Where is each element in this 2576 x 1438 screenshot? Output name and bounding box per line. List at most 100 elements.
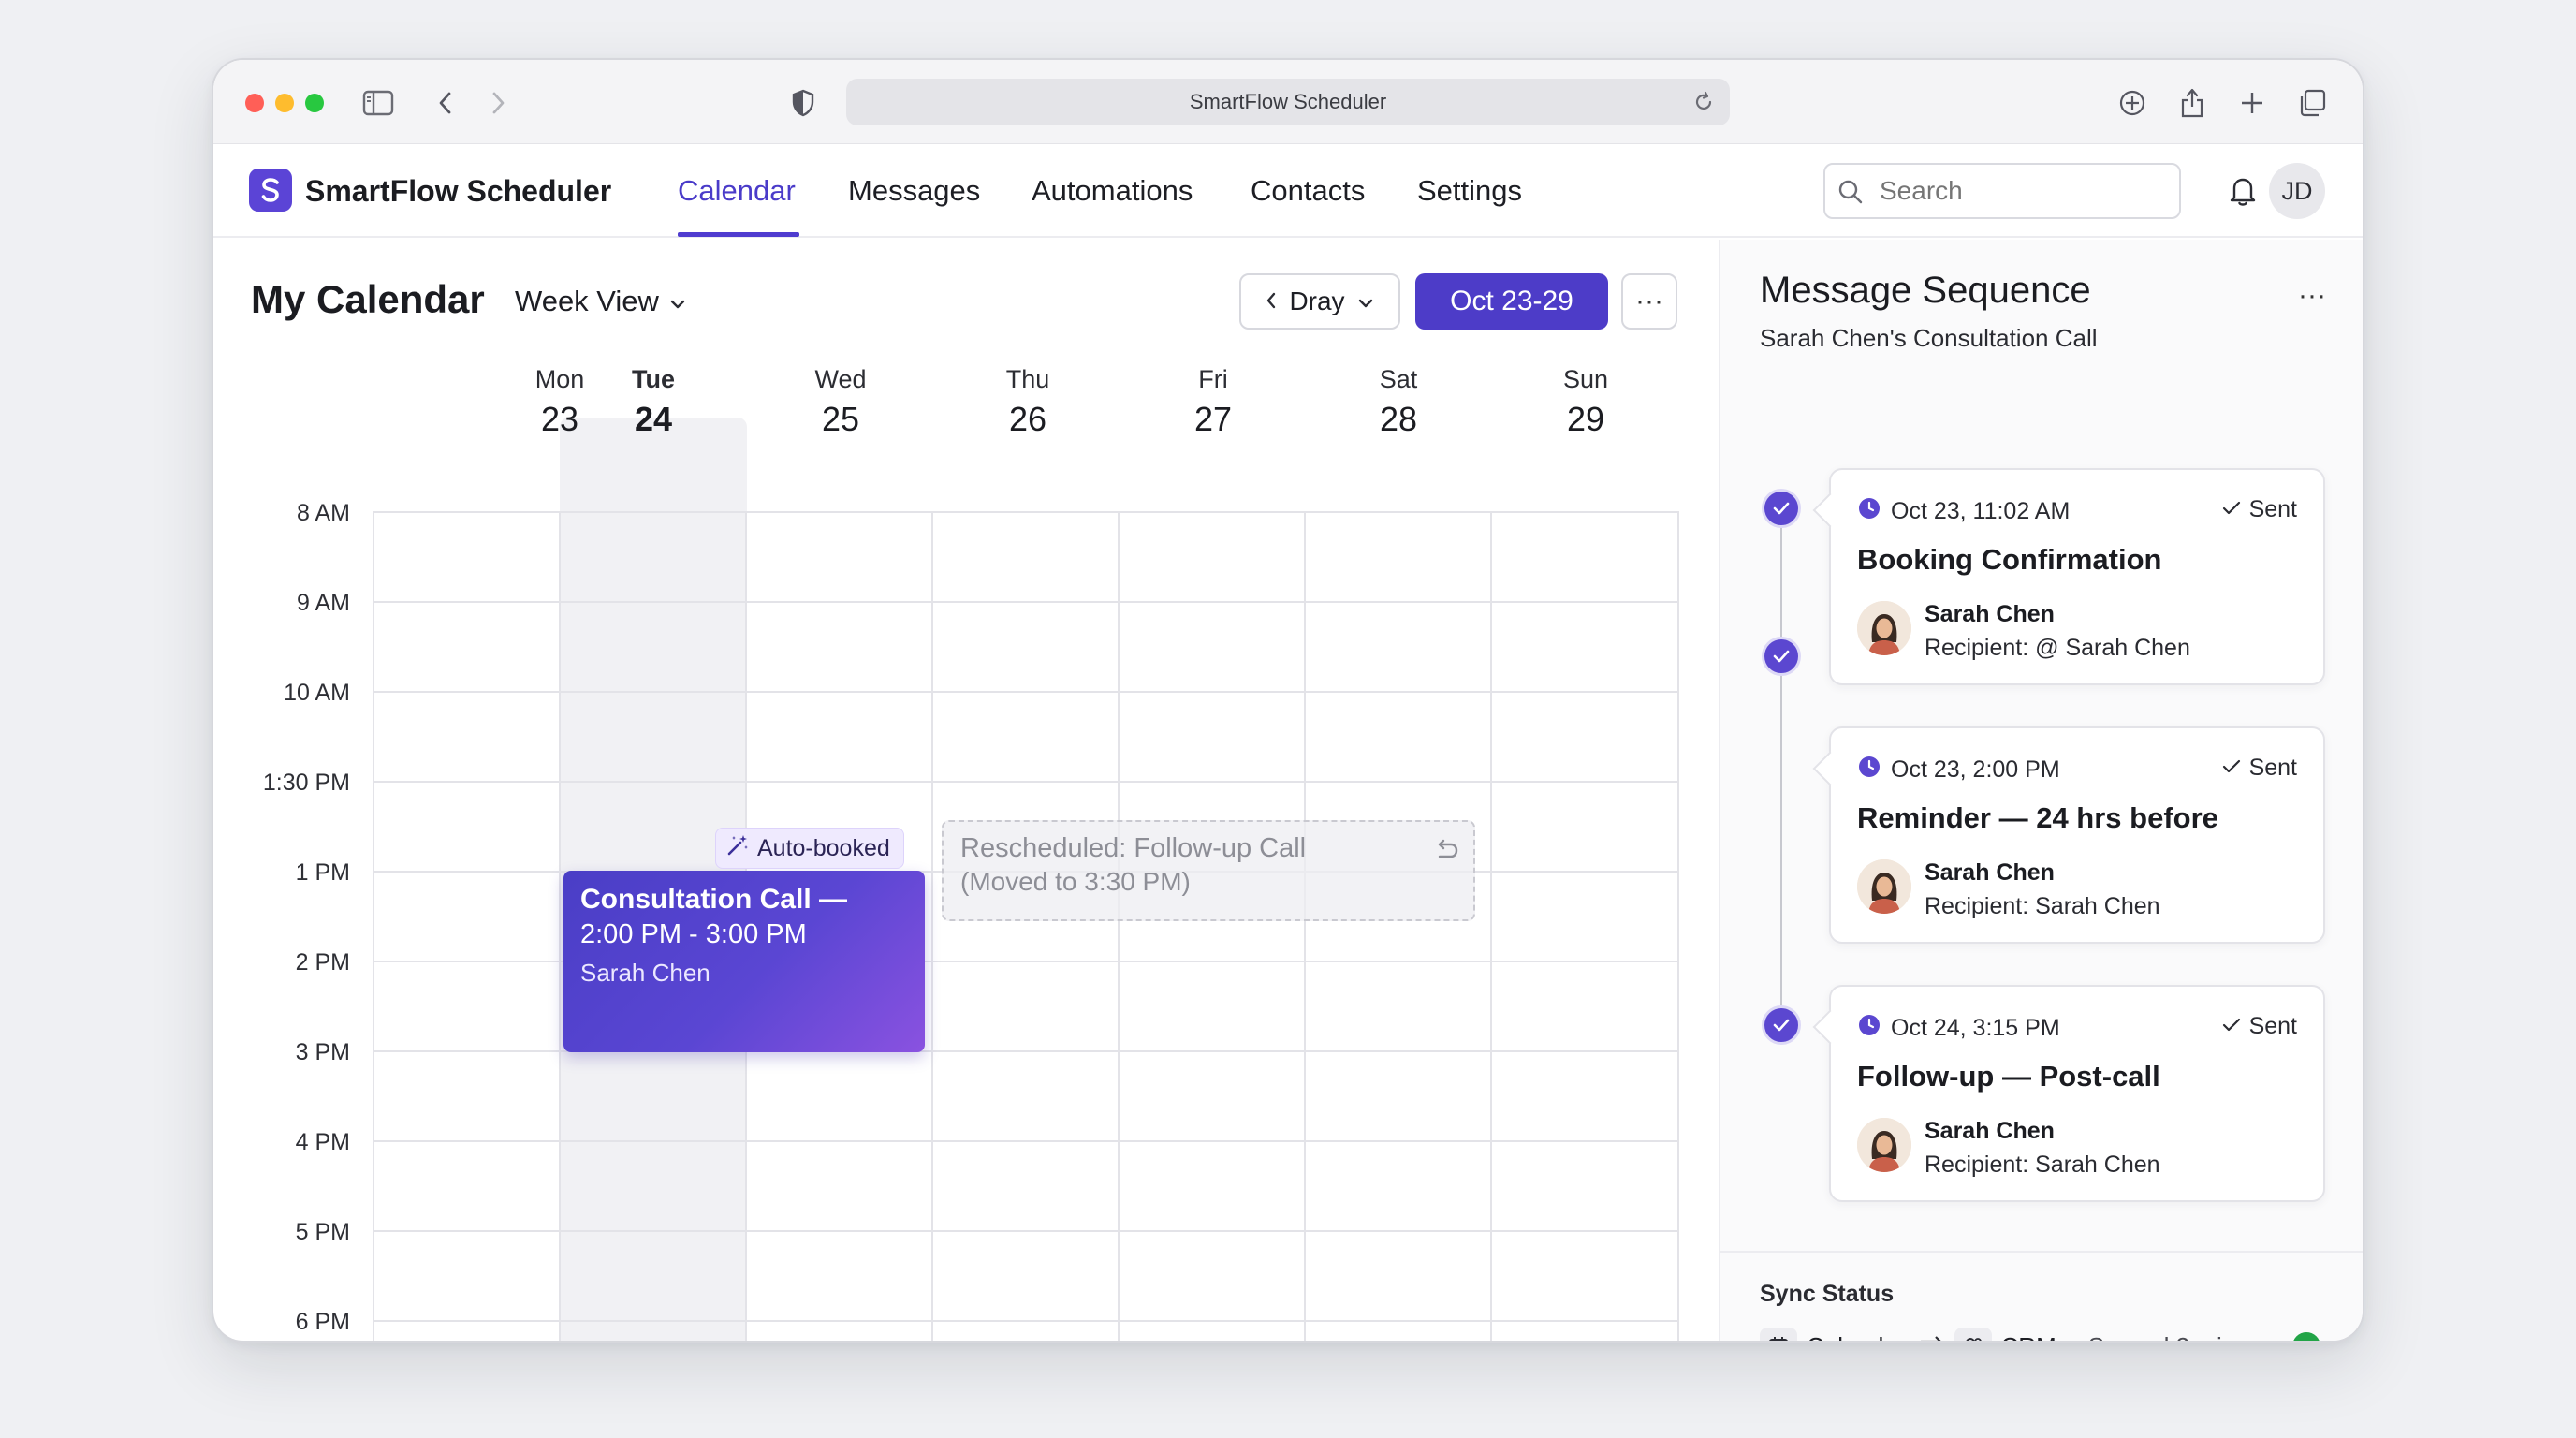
- time-label: 10 AM: [284, 680, 350, 706]
- hour-line: [373, 1230, 1679, 1232]
- undo-arrow-icon[interactable]: [1428, 835, 1460, 867]
- day-number: 24: [634, 400, 673, 438]
- hour-line: [373, 781, 1679, 783]
- message-timestamp: Oct 23, 11:02 AM: [1857, 496, 2070, 527]
- calendar-more-button[interactable]: ···: [1621, 273, 1677, 330]
- synced-check-icon: [2291, 1332, 2320, 1341]
- date-range-button[interactable]: Oct 23-29: [1415, 273, 1608, 330]
- message-title: Reminder — 24 hrs before: [1857, 801, 2218, 834]
- hour-line: [373, 601, 1679, 603]
- message-card[interactable]: Oct 23, 11:02 AM Sent Booking Confirmati…: [1829, 468, 2325, 685]
- message-timestamp: Oct 23, 2:00 PM: [1857, 755, 2060, 785]
- chevron-down-icon: [1356, 286, 1375, 316]
- message-status: Sent: [2221, 496, 2297, 523]
- day-column-line: [1304, 511, 1306, 1341]
- back-icon[interactable]: [427, 84, 464, 122]
- sequence-more-button[interactable]: ···: [2293, 277, 2331, 315]
- nav-tab-messages[interactable]: Messages: [848, 174, 980, 208]
- sequence-subtitle: Sarah Chen's Consultation Call: [1760, 324, 2098, 352]
- chevron-left-icon: [1265, 286, 1278, 316]
- magic-wand-icon: [725, 833, 750, 864]
- active-tab-indicator: [678, 232, 799, 237]
- contact-avatar: [1857, 859, 1911, 914]
- message-status: Sent: [2221, 1013, 2297, 1040]
- message-card[interactable]: Oct 23, 2:00 PM Sent Reminder — 24 hrs b…: [1829, 726, 2325, 944]
- search-input[interactable]: [1823, 163, 2181, 219]
- notifications-bell-icon[interactable]: [2224, 172, 2261, 210]
- day-name: Fri: [1198, 365, 1228, 393]
- time-label: 5 PM: [295, 1219, 350, 1245]
- day-column-line: [1118, 511, 1120, 1341]
- privacy-shield-icon[interactable]: [784, 84, 822, 122]
- forward-icon[interactable]: [479, 84, 517, 122]
- message-status-text: Sent: [2248, 1013, 2297, 1039]
- day-name: Tue: [632, 365, 675, 393]
- day-number: 25: [821, 400, 860, 438]
- close-window-button[interactable]: [245, 94, 264, 112]
- share-icon[interactable]: [2174, 84, 2211, 122]
- address-bar[interactable]: SmartFlow Scheduler: [846, 79, 1730, 125]
- sync-status-text: Synced 2 min ago: [2088, 1332, 2283, 1342]
- reload-icon[interactable]: [1687, 85, 1720, 119]
- day-name: Sat: [1379, 365, 1418, 393]
- day-name: Thu: [1005, 365, 1050, 393]
- sync-divider: [1720, 1251, 2363, 1253]
- message-time-text: Oct 23, 2:00 PM: [1891, 756, 2060, 783]
- address-bar-title: SmartFlow Scheduler: [1189, 90, 1387, 113]
- sync-calendar-label: Calendar: [1807, 1332, 1906, 1342]
- message-recipient: Recipient: Sarah Chen: [1925, 893, 2160, 919]
- sidebar-toggle-icon[interactable]: [359, 84, 397, 122]
- nav-tab-automations[interactable]: Automations: [1032, 174, 1193, 208]
- message-status-text: Sent: [2248, 755, 2297, 781]
- nav-tab-calendar[interactable]: Calendar: [678, 174, 796, 208]
- sync-crm-label: CRM: [2001, 1332, 2056, 1342]
- download-icon[interactable]: [2114, 84, 2151, 122]
- day-number: 26: [1008, 400, 1047, 438]
- message-title: Follow-up — Post-call: [1857, 1060, 2160, 1093]
- new-tab-icon[interactable]: [2233, 84, 2271, 122]
- users-icon: [1954, 1328, 1992, 1341]
- hour-line: [373, 511, 1679, 513]
- previous-week-button[interactable]: Dray: [1239, 273, 1400, 330]
- event-time: 2:00 PM - 3:00 PM: [580, 919, 807, 949]
- message-status: Sent: [2221, 755, 2297, 782]
- rescheduled-event-title: Rescheduled: Follow-up Call: [960, 833, 1307, 863]
- hour-line: [373, 1320, 1679, 1322]
- consultation-call-event[interactable]: Consultation Call — 2:00 PM - 3:00 PM Sa…: [564, 871, 925, 1052]
- timeline-connector: [1780, 511, 1782, 1035]
- auto-booked-label: Auto-booked: [757, 834, 890, 861]
- browser-chrome: SmartFlow Scheduler: [213, 60, 2363, 144]
- tab-overview-icon[interactable]: [2293, 84, 2331, 122]
- day-header-sat[interactable]: Sat 28: [1305, 365, 1492, 439]
- message-card[interactable]: Oct 24, 3:15 PM Sent Follow-up — Post-ca…: [1829, 985, 2325, 1202]
- day-header-fri[interactable]: Fri 27: [1120, 365, 1307, 439]
- sequence-title: Message Sequence: [1760, 270, 2091, 311]
- rescheduled-event[interactable]: Rescheduled: Follow-up Call (Moved to 3:…: [942, 820, 1475, 921]
- sync-arrows-icon: [1917, 1333, 1945, 1341]
- day-column-line: [1677, 511, 1679, 1341]
- minimize-window-button[interactable]: [275, 94, 294, 112]
- sync-crm-chip[interactable]: CRM: [1954, 1328, 2056, 1341]
- day-name: Wed: [814, 365, 867, 393]
- day-column-line: [1490, 511, 1492, 1341]
- day-header-thu[interactable]: Thu 26: [934, 365, 1121, 439]
- app-logo-icon[interactable]: [249, 169, 292, 212]
- view-select-dropdown[interactable]: Week View: [515, 285, 687, 318]
- contact-name: Sarah Chen: [1925, 601, 2055, 627]
- time-label: 9 AM: [297, 590, 350, 616]
- auto-booked-badge: Auto-booked: [715, 828, 904, 869]
- message-sequence-panel: Message Sequence Sarah Chen's Consultati…: [1719, 240, 2363, 1341]
- user-avatar[interactable]: JD: [2269, 163, 2325, 219]
- nav-tab-contacts[interactable]: Contacts: [1251, 174, 1365, 208]
- day-number: 27: [1193, 400, 1233, 438]
- sync-calendar-chip[interactable]: Calendar: [1760, 1328, 1906, 1341]
- message-time-text: Oct 24, 3:15 PM: [1891, 1015, 2060, 1041]
- nav-tab-settings[interactable]: Settings: [1417, 174, 1522, 208]
- time-label: 3 PM: [295, 1039, 350, 1065]
- day-header-sun[interactable]: Sun 29: [1492, 365, 1679, 439]
- check-circle-icon: [1762, 1005, 1801, 1045]
- maximize-window-button[interactable]: [305, 94, 324, 112]
- day-header-tue[interactable]: Tue 24: [560, 365, 747, 439]
- day-header-wed[interactable]: Wed 25: [747, 365, 934, 439]
- check-circle-icon: [1762, 489, 1801, 528]
